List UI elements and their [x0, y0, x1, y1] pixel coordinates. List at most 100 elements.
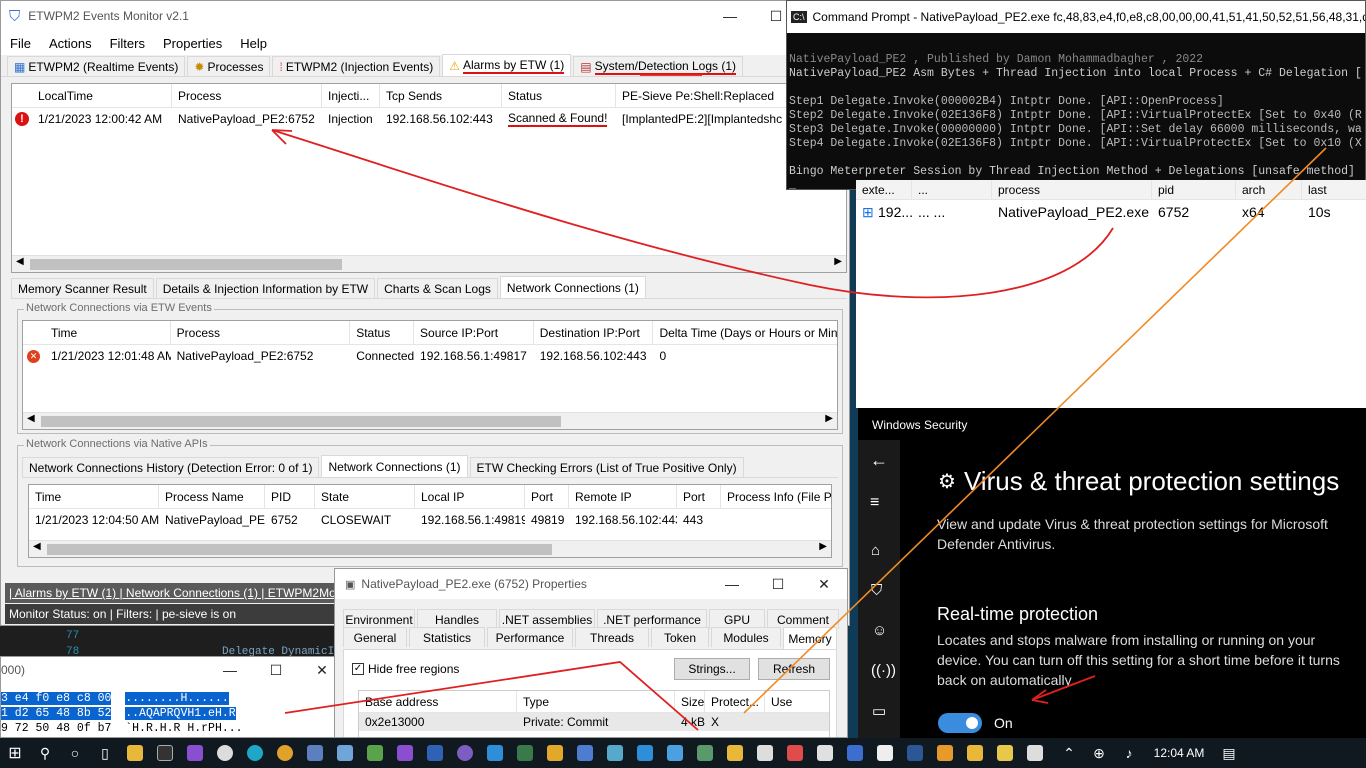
- refresh-button[interactable]: Refresh: [758, 658, 830, 680]
- tab-gpu[interactable]: GPU: [709, 609, 765, 629]
- app-icon[interactable]: [750, 738, 780, 768]
- col-local-port[interactable]: Port: [525, 485, 569, 508]
- menu-file[interactable]: File: [1, 36, 40, 51]
- col-destination[interactable]: Destination IP:Port: [534, 321, 654, 344]
- col-time[interactable]: Time: [45, 321, 171, 344]
- app-icon[interactable]: [720, 738, 750, 768]
- speaker-icon[interactable]: ♪: [1114, 738, 1144, 768]
- app-icon[interactable]: [210, 738, 240, 768]
- tab-statistics[interactable]: Statistics: [409, 627, 485, 647]
- col-remote-port[interactable]: Port: [677, 485, 721, 508]
- app-icon[interactable]: [960, 738, 990, 768]
- hamburger-icon[interactable]: ≡: [870, 494, 879, 512]
- col-dots[interactable]: ...: [912, 180, 992, 199]
- globe-icon[interactable]: ⊕: [1084, 738, 1114, 768]
- app-icon[interactable]: [600, 738, 630, 768]
- tab-details-injection[interactable]: Details & Injection Information by ETW: [155, 278, 376, 298]
- app-icon[interactable]: [540, 738, 570, 768]
- word-icon[interactable]: [900, 738, 930, 768]
- realtime-toggle[interactable]: [938, 713, 982, 733]
- vs-icon[interactable]: [390, 738, 420, 768]
- col-localtime[interactable]: LocalTime: [32, 84, 172, 107]
- strings-button[interactable]: Strings...: [674, 658, 750, 680]
- tab-detection-logs[interactable]: ▤ System/Detection Logs (1): [573, 56, 744, 76]
- tab-net-assemblies[interactable]: .NET assemblies: [499, 609, 595, 629]
- app-icon[interactable]: [450, 738, 480, 768]
- native-hscroll[interactable]: ◀ ▶: [29, 540, 831, 557]
- cmd-taskbar-icon[interactable]: [150, 738, 180, 768]
- col-remote-ip[interactable]: Remote IP: [569, 485, 677, 508]
- tab-performance[interactable]: Performance: [487, 627, 573, 647]
- table-row[interactable]: 1/21/2023 12:04:50 AM NativePayload_PE2 …: [29, 509, 831, 531]
- app-icon[interactable]: [420, 738, 450, 768]
- col-type[interactable]: Type: [517, 691, 675, 712]
- tab-etw-errors[interactable]: ETW Checking Errors (List of True Positi…: [469, 457, 744, 477]
- tab-native-connections[interactable]: Network Connections (1): [321, 455, 468, 477]
- col-process-name[interactable]: Process Name: [159, 485, 265, 508]
- tab-charts-logs[interactable]: Charts & Scan Logs: [377, 278, 498, 298]
- app-icon[interactable]: [660, 738, 690, 768]
- explorer-icon[interactable]: [120, 738, 150, 768]
- col-time[interactable]: Time: [29, 485, 159, 508]
- col-protect[interactable]: Protect...: [705, 691, 765, 712]
- app-icon[interactable]: [1020, 738, 1050, 768]
- minimize-icon[interactable]: —: [709, 576, 755, 593]
- vs-icon[interactable]: [180, 738, 210, 768]
- chevron-up-icon[interactable]: ⌃: [1054, 738, 1084, 768]
- close-icon[interactable]: ✕: [801, 576, 847, 593]
- tab-general[interactable]: General: [343, 627, 407, 647]
- hide-free-checkbox[interactable]: ✓ Hide free regions: [352, 662, 459, 676]
- etw-hscroll[interactable]: ◀ ▶: [23, 412, 837, 429]
- app-icon[interactable]: [840, 738, 870, 768]
- tab-memory[interactable]: Memory: [783, 627, 837, 649]
- col-state[interactable]: State: [315, 485, 415, 508]
- shield-taskbar-icon[interactable]: [510, 738, 540, 768]
- shield-taskbar-icon[interactable]: [570, 738, 600, 768]
- app-icon[interactable]: [990, 738, 1020, 768]
- table-row[interactable]: ✕ 1/21/2023 12:01:48 AM NativePayload_PE…: [23, 345, 837, 367]
- tab-modules[interactable]: Modules: [711, 627, 781, 647]
- col-size[interactable]: Size: [675, 691, 705, 712]
- table-row[interactable]: ! 1/21/2023 12:00:42 AM NativePayload_PE…: [12, 108, 846, 130]
- minimize-icon[interactable]: —: [707, 8, 753, 25]
- app-icon[interactable]: [930, 738, 960, 768]
- app-icon[interactable]: [780, 738, 810, 768]
- col-pid[interactable]: PID: [265, 485, 315, 508]
- shield-nav-icon[interactable]: ⛉: [871, 582, 882, 599]
- tab-processes[interactable]: ✹ Processes: [187, 56, 271, 76]
- start-icon[interactable]: ⊞: [0, 738, 30, 768]
- search-icon[interactable]: ⚲: [30, 738, 60, 768]
- col-status[interactable]: Status: [502, 84, 616, 107]
- notification-icon[interactable]: ▤: [1214, 738, 1244, 768]
- edge-icon[interactable]: [240, 738, 270, 768]
- app-icon[interactable]: [690, 738, 720, 768]
- vscode-icon[interactable]: [630, 738, 660, 768]
- col-source[interactable]: Source IP:Port: [414, 321, 534, 344]
- col-process[interactable]: process: [992, 180, 1152, 199]
- alarms-hscroll[interactable]: ◀ ▶: [12, 255, 846, 272]
- col-arch[interactable]: arch: [1236, 180, 1302, 199]
- menu-properties[interactable]: Properties: [154, 36, 231, 51]
- col-exte[interactable]: exte...: [856, 180, 912, 199]
- cortana-icon[interactable]: ○: [60, 738, 90, 768]
- maximize-icon[interactable]: ☐: [253, 662, 299, 679]
- table-row[interactable]: ⊞ 192.... ... ... NativePayload_PE2.exe …: [856, 200, 1366, 224]
- col-process[interactable]: Process: [172, 84, 322, 107]
- col-pid[interactable]: pid: [1152, 180, 1236, 199]
- chrome-icon[interactable]: [270, 738, 300, 768]
- table-row[interactable]: 0x2e13000 Private: Commit 4 kB X: [359, 713, 829, 731]
- app-icon[interactable]: [300, 738, 330, 768]
- tab-comment[interactable]: Comment: [767, 609, 839, 629]
- app-icon[interactable]: [360, 738, 390, 768]
- col-status[interactable]: Status: [350, 321, 415, 344]
- col-use[interactable]: Use: [765, 691, 813, 712]
- tab-handles[interactable]: Handles: [417, 609, 497, 629]
- tab-environment[interactable]: Environment: [343, 609, 415, 629]
- tab-realtime-events[interactable]: ▦ ETWPM2 (Realtime Events): [7, 56, 186, 76]
- tab-token[interactable]: Token: [651, 627, 709, 647]
- col-last[interactable]: last: [1302, 180, 1362, 199]
- col-base-address[interactable]: Base address: [359, 691, 517, 712]
- tab-injection-events[interactable]: ⁞ ETWPM2 (Injection Events): [272, 56, 441, 76]
- col-process-info[interactable]: Process Info (File Pat: [721, 485, 831, 508]
- col-tcp-sends[interactable]: Tcp Sends: [380, 84, 502, 107]
